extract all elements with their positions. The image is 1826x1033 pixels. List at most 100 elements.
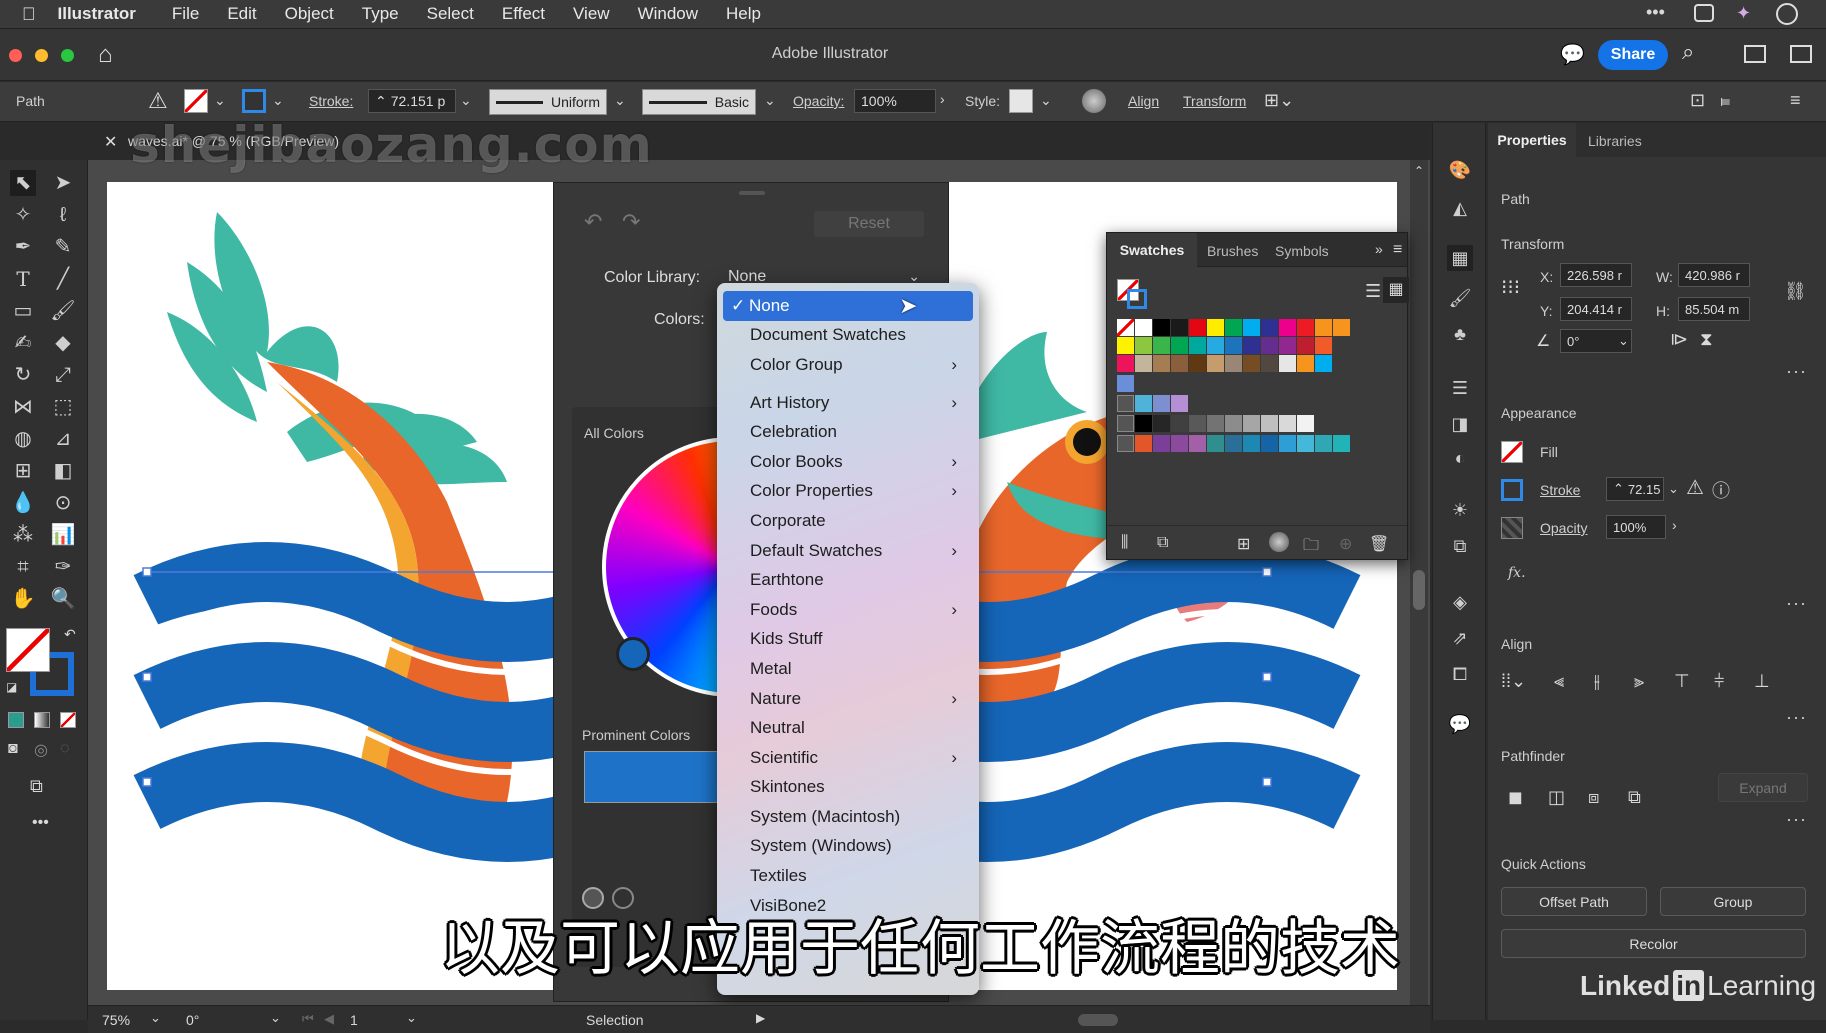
color-swatch[interactable] [1261,319,1278,336]
direct-selection-tool-icon[interactable]: ➤ [50,170,76,196]
align-to-icon[interactable]: ⁞⁞⌄ [1501,671,1526,692]
scroll-up-icon[interactable]: ⌃ [1414,164,1424,178]
color-swatch[interactable] [1315,319,1332,336]
color-group-icon[interactable] [1269,532,1289,552]
color-swatch[interactable] [1225,435,1242,452]
color-swatch[interactable] [1207,355,1224,372]
color-mode-icon[interactable] [8,712,24,728]
menu-window[interactable]: Window [638,4,698,24]
color-swatch[interactable] [1315,435,1332,452]
angle-dropdown-icon[interactable]: ⌄ [1618,333,1629,349]
dropdown-item[interactable]: Art History › [717,388,979,418]
profile-dropdown-icon[interactable]: ⌄ [614,92,626,109]
reset-button[interactable]: Reset [814,211,924,237]
color-swatch[interactable] [1297,415,1314,432]
opacity-field[interactable]: 100% [854,89,936,113]
color-swatch[interactable] [1261,435,1278,452]
color-swatch[interactable] [1243,337,1260,354]
align-panel-icon[interactable]: ⫢ [1720,90,1730,111]
color-swatch[interactable] [1261,415,1278,432]
info-icon[interactable]: ⓘ [1712,477,1730,503]
dropdown-item[interactable]: Textiles [717,861,979,891]
dropdown-item[interactable]: Corporate [717,506,979,536]
brush-dropdown-icon[interactable]: ⌄ [764,92,776,109]
paintbrush-tool-icon[interactable]: 🖌 [50,298,76,324]
color-swatch[interactable] [1153,395,1170,412]
slice-tool-icon[interactable]: ✑ [50,554,76,580]
stroke-weight-dropdown-icon[interactable]: ⌄ [460,92,472,109]
align-bottom-icon[interactable]: ⊥ [1754,671,1770,692]
color-swatch[interactable] [1117,355,1134,372]
workspace-icon[interactable] [1790,45,1812,63]
color-swatch[interactable] [1135,415,1152,432]
h-field[interactable]: 85.504 m [1678,297,1750,321]
opacity-property-field[interactable]: 100% [1606,515,1666,539]
dropdown-item[interactable]: System (Windows) [717,832,979,862]
dropdown-item[interactable]: Metal [717,654,979,684]
curvature-tool-icon[interactable]: ✎ [50,234,76,260]
pen-tool-icon[interactable]: ✒ [10,234,36,260]
transform-link[interactable]: Transform [1183,93,1246,109]
color-swatch[interactable] [1153,355,1170,372]
new-folder-icon[interactable]: 🗀 [1303,534,1319,561]
registration-swatch[interactable] [1117,375,1134,392]
draw-inside-icon[interactable]: ◌ [60,740,70,758]
align-right-icon[interactable]: ⫸ [1634,671,1644,692]
color-swatch[interactable] [1153,319,1170,336]
first-artboard-icon[interactable]: ⏮ [302,1011,314,1027]
dropdown-item[interactable]: Color Properties › [717,477,979,507]
color-swatch[interactable] [1225,415,1242,432]
app-menu[interactable]: Illustrator [58,4,136,24]
swatch-options-icon[interactable]: ⊞ [1237,534,1250,554]
swap-fill-stroke-icon[interactable]: ↶ [64,626,76,643]
color-swatch[interactable] [1333,435,1350,452]
appearance-panel-icon[interactable]: ☀ [1447,497,1473,523]
rotation-field[interactable]: 0° [180,1009,250,1031]
color-swatch[interactable] [1315,355,1332,372]
color-group-folder-icon[interactable] [1117,435,1134,452]
user-icon[interactable] [1776,3,1798,25]
dropdown-item[interactable]: Scientific › [717,743,979,773]
color-swatch[interactable] [1225,337,1242,354]
stroke-label[interactable]: Stroke [1540,482,1580,498]
edit-toolbar-icon[interactable]: ••• [32,814,49,832]
apple-icon[interactable]:  [22,4,36,25]
lasso-tool-icon[interactable]: ℓ [50,202,76,228]
search-icon[interactable]: ⌕ [1682,39,1694,65]
unite-icon[interactable]: ◼ [1508,787,1523,808]
align-vcenter-icon[interactable]: ⫩ [1714,671,1724,692]
color-swatch[interactable] [1297,319,1314,336]
exclude-icon[interactable]: ⧉ [1628,787,1641,808]
opacity-arrow-icon[interactable]: › [940,91,945,107]
none-swatch[interactable] [1117,319,1134,336]
align-top-icon[interactable]: ⊤ [1674,671,1690,692]
dropdown-item[interactable]: Color Group › [717,350,979,380]
stroke-weight-field[interactable]: ⌃ 72.151 p [368,89,456,113]
gradient-panel-icon[interactable]: ◨ [1447,411,1473,437]
creative-cloud-icon[interactable]: ✦ [1736,3,1751,24]
color-swatch[interactable] [1135,355,1152,372]
comments-panel-icon[interactable]: 💬 [1447,711,1473,737]
color-swatch[interactable] [1225,319,1242,336]
color-swatch[interactable] [1243,355,1260,372]
show-swatch-kinds-icon[interactable]: ⧉ [1157,534,1168,552]
arrange-icon[interactable]: ⊡ [1690,90,1705,111]
dropdown-item-none[interactable]: ✓ None [723,291,973,321]
dropdown-item[interactable]: Nature › [717,684,979,714]
color-swatch[interactable] [1153,415,1170,432]
tab-brushes[interactable]: Brushes [1207,243,1258,259]
pathfinder-more-icon[interactable]: ··· [1786,809,1807,830]
eyedropper-tool-icon[interactable]: 💧 [10,490,36,516]
line-tool-icon[interactable]: ╱ [50,266,76,292]
dropdown-item[interactable]: Color Books › [717,447,979,477]
swatch-libraries-icon[interactable]: ⫼ [1121,534,1128,552]
color-swatch[interactable] [1171,319,1188,336]
arrange-documents-icon[interactable] [1744,45,1766,63]
color-swatch[interactable] [1189,319,1206,336]
tab-symbols[interactable]: Symbols [1275,243,1329,259]
color-swatch[interactable] [1153,337,1170,354]
color-wheel-handle[interactable] [616,637,650,671]
export-icon[interactable]: ⇗ [1447,625,1473,651]
offset-path-button[interactable]: Offset Path [1501,887,1647,916]
color-swatch[interactable] [1279,435,1296,452]
